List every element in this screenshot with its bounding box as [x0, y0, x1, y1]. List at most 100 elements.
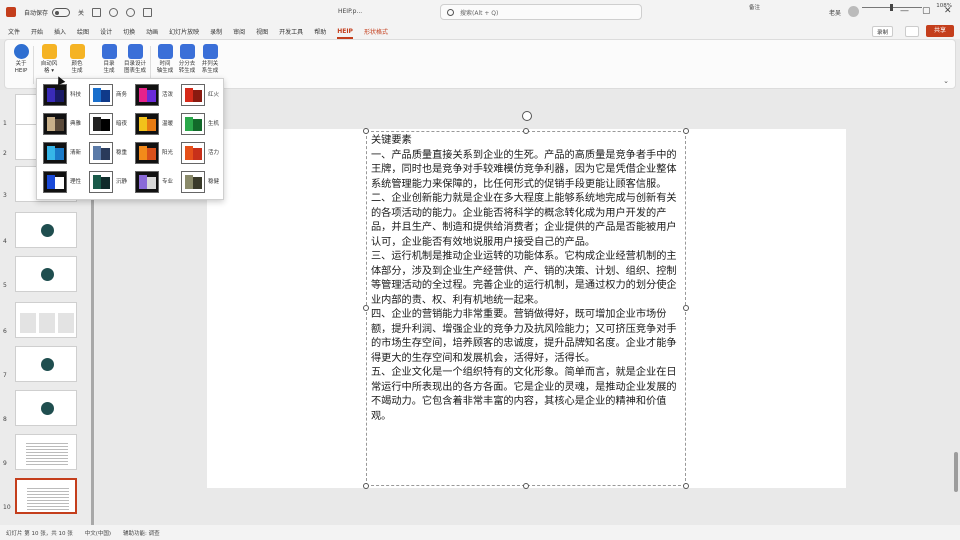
theme-option-15[interactable]: 稳健	[177, 169, 221, 195]
theme-option-14[interactable]: 专业	[131, 169, 175, 195]
comment-icon[interactable]	[905, 26, 919, 37]
format-painter-icon[interactable]	[143, 7, 153, 17]
theme-name: 科技	[70, 92, 82, 98]
slide-thumbnail-4[interactable]	[15, 212, 77, 248]
theme-option-11[interactable]: 活力	[177, 140, 221, 166]
slide-thumbnail-8[interactable]	[15, 390, 77, 426]
canvas-scrollbar[interactable]	[952, 90, 960, 525]
accessibility-status[interactable]: 辅助功能: 调查	[123, 529, 160, 537]
zoom-slider-thumb[interactable]	[890, 4, 893, 11]
search-input[interactable]: 搜索(Alt + Q)	[440, 4, 642, 20]
resize-handle-nw[interactable]	[363, 128, 369, 134]
notes-button[interactable]: 备注	[749, 3, 760, 11]
rotate-handle[interactable]	[522, 111, 532, 121]
resize-handle-s[interactable]	[523, 483, 529, 489]
layers-icon	[69, 44, 85, 59]
record-button[interactable]: 录制	[872, 26, 894, 37]
tab-7[interactable]: 幻灯片放映	[169, 27, 199, 36]
tab-3[interactable]: 绘图	[77, 27, 89, 36]
save-icon[interactable]	[92, 7, 102, 17]
resize-handle-w[interactable]	[363, 305, 369, 311]
theme-option-9[interactable]: 稳重	[85, 140, 129, 166]
swatch-color-1	[185, 146, 193, 160]
resize-handle-se[interactable]	[683, 483, 689, 489]
autosave-toggle[interactable]	[52, 7, 71, 17]
slide-thumbnail-9[interactable]	[15, 434, 77, 470]
slide-thumbnail-6[interactable]	[15, 302, 77, 338]
scroll-thumb[interactable]	[954, 452, 958, 492]
swatch-color-1	[47, 146, 55, 160]
theme-option-1[interactable]: 商务	[85, 82, 129, 108]
swatch-color-1	[139, 146, 147, 160]
resize-handle-ne[interactable]	[683, 128, 689, 134]
tab-5[interactable]: 切换	[123, 27, 135, 36]
powerpoint-logo-icon	[6, 7, 16, 17]
document-title: HEIP.p...	[338, 8, 363, 15]
tab-10[interactable]: 视图	[256, 27, 268, 36]
share-button[interactable]: 共享	[926, 25, 954, 37]
tab-9[interactable]: 审阅	[233, 27, 245, 36]
ribbon-button-6[interactable]: 分分去 转生成	[175, 44, 199, 75]
theme-name: 沉静	[116, 179, 128, 185]
resize-handle-e[interactable]	[683, 305, 689, 311]
theme-option-0[interactable]: 科技	[39, 82, 83, 108]
theme-option-3[interactable]: 红火	[177, 82, 221, 108]
tab-12[interactable]: 帮助	[314, 27, 326, 36]
ribbon-button-0[interactable]: 关于 HEIP	[9, 44, 33, 75]
thumbnail-ring-graphic	[41, 224, 54, 237]
zoom-level[interactable]: 108%	[936, 3, 952, 9]
theme-name: 商务	[116, 92, 128, 98]
undo-icon[interactable]	[109, 7, 119, 17]
swatch-color-2	[147, 177, 156, 189]
language-indicator[interactable]: 中文(中国)	[85, 529, 111, 537]
tab-13[interactable]: HEIP	[337, 28, 353, 39]
theme-option-4[interactable]: 典雅	[39, 111, 83, 137]
theme-option-2[interactable]: 活泼	[131, 82, 175, 108]
swatch-color-2	[55, 148, 64, 160]
swatch-color-1	[47, 88, 55, 102]
ribbon-button-1[interactable]: 自动风 格 ▾	[37, 44, 61, 75]
tab-4[interactable]: 设计	[100, 27, 112, 36]
thumbnail-number: 5	[3, 282, 7, 289]
theme-option-12[interactable]: 理性	[39, 169, 83, 195]
maximize-icon[interactable]: ▢	[922, 6, 931, 16]
theme-option-10[interactable]: 阳光	[131, 140, 175, 166]
swatch-color-2	[101, 148, 110, 160]
ribbon-button-7[interactable]: 并列关 系生成	[198, 44, 222, 75]
tab-14[interactable]: 形状格式	[364, 27, 388, 36]
slide-thumbnail-10[interactable]	[15, 478, 77, 514]
theme-option-13[interactable]: 沉静	[85, 169, 129, 195]
ribbon-button-label: 颜色 生成	[71, 61, 83, 74]
avatar[interactable]	[848, 6, 859, 17]
swatch-color-2	[101, 177, 110, 189]
theme-option-8[interactable]: 清新	[39, 140, 83, 166]
slide-body-text[interactable]: 关键要素 一、产品质量直接关系到企业的生死。产品的高质量是竞争者手中的王牌，同时也…	[371, 134, 683, 424]
thumbnail-number: 4	[3, 238, 7, 245]
thumbnail-ring-graphic	[41, 402, 54, 415]
tab-2[interactable]: 插入	[54, 27, 66, 36]
ribbon-button-2[interactable]: 颜色 生成	[65, 44, 89, 75]
theme-swatch	[43, 113, 67, 135]
user-name[interactable]: 老吴	[829, 8, 841, 17]
tab-11[interactable]: 开发工具	[279, 27, 303, 36]
thumbnail-number: 2	[3, 150, 7, 157]
resize-handle-sw[interactable]	[363, 483, 369, 489]
theme-swatch	[181, 113, 205, 135]
ribbon-button-5[interactable]: 时间 轴生成	[153, 44, 177, 75]
theme-option-6[interactable]: 温暖	[131, 111, 175, 137]
theme-option-5[interactable]: 暗夜	[85, 111, 129, 137]
theme-option-7[interactable]: 生机	[177, 111, 221, 137]
tab-8[interactable]: 录制	[210, 27, 222, 36]
ribbon-button-3[interactable]: 目录 生成	[97, 44, 121, 75]
collapse-ribbon-icon[interactable]: ⌄	[943, 77, 949, 85]
thumbnail-number: 8	[3, 416, 7, 423]
slide-thumbnail-5[interactable]	[15, 256, 77, 292]
slide-thumbnail-7[interactable]	[15, 346, 77, 382]
ribbon-button-4[interactable]: 目录设计 图表生成	[123, 44, 147, 75]
tab-0[interactable]: 文件	[8, 27, 20, 36]
autosave-state: 关	[78, 9, 85, 17]
tab-6[interactable]: 动画	[146, 27, 158, 36]
tab-1[interactable]: 开始	[31, 27, 43, 36]
redo-icon[interactable]	[126, 7, 136, 17]
ribbon-button-label: 目录设计 图表生成	[123, 61, 146, 74]
